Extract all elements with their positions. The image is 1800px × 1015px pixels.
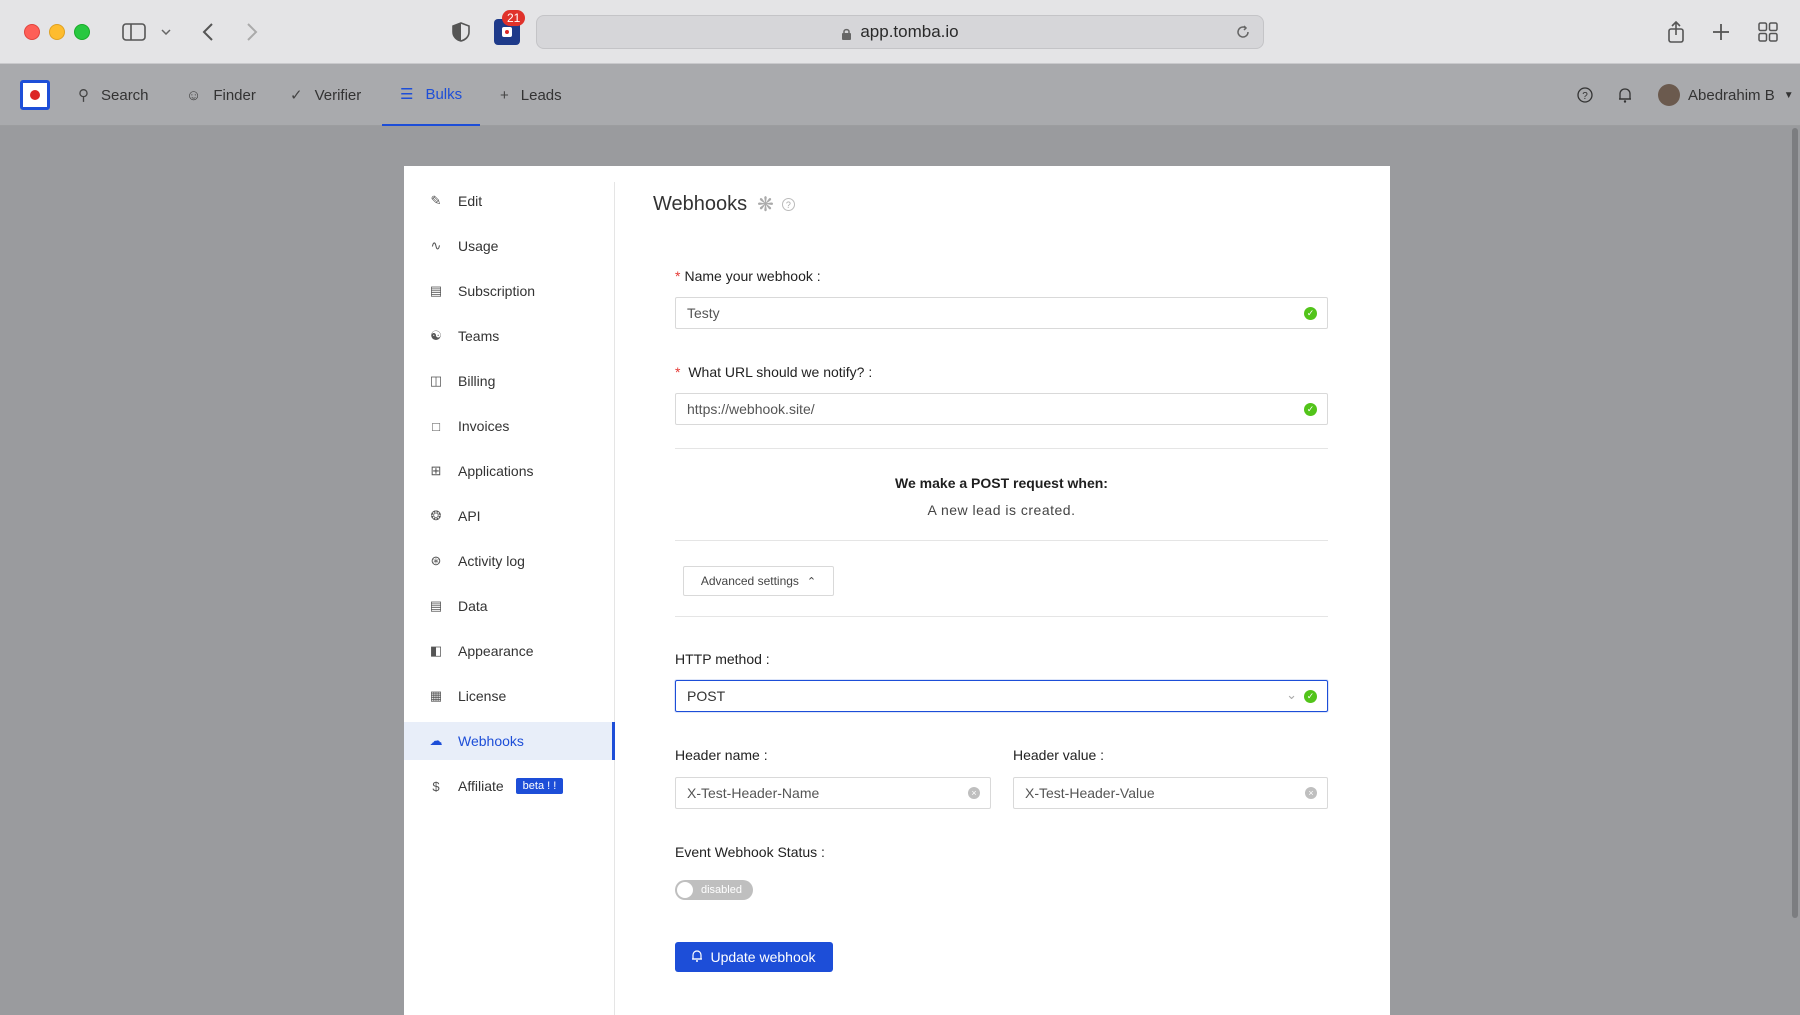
divider	[675, 616, 1328, 617]
update-webhook-label: Update webhook	[710, 949, 816, 965]
toggle-knob	[677, 882, 693, 898]
required-mark: *	[675, 364, 681, 380]
webhook-name-input[interactable]: Testy ✓	[675, 297, 1328, 329]
webhook-form: Webhooks ❋ ? * Name your webhook : Testy …	[0, 0, 1800, 1015]
status-field-label: Event Webhook Status :	[675, 844, 825, 860]
header-name-value: X-Test-Header-Name	[687, 785, 820, 801]
header-value-value: X-Test-Header-Value	[1025, 785, 1155, 801]
check-circle-icon: ✓	[1304, 307, 1317, 320]
bell-icon	[692, 949, 703, 965]
check-circle-icon: ✓	[1304, 403, 1317, 416]
clear-icon[interactable]: ×	[968, 787, 980, 799]
header-name-label: Header name :	[675, 747, 768, 763]
advanced-settings-label: Advanced settings	[700, 574, 799, 588]
http-method-select[interactable]: POST ⌄ ✓	[675, 680, 1328, 712]
header-name-label-text: Header name	[675, 747, 760, 763]
page-title-text: Webhooks	[653, 193, 748, 215]
page-title: Webhooks ❋ ?	[653, 192, 795, 217]
method-label-text: HTTP method	[675, 651, 762, 667]
url-label-text: What URL should we notify?	[688, 364, 865, 380]
post-heading: We make a POST request when:	[895, 475, 1108, 491]
status-label-text: Event Webhook Status	[675, 844, 818, 860]
name-label-text: Name your webhook	[684, 268, 813, 284]
url-field-label: * What URL should we notify? :	[675, 364, 873, 380]
divider	[675, 448, 1328, 449]
update-webhook-button[interactable]: Update webhook	[675, 942, 833, 972]
post-event: A new lead is created.	[927, 502, 1076, 518]
divider	[675, 540, 1328, 541]
status-toggle-label: disabled	[701, 884, 742, 896]
help-circle-icon[interactable]: ?	[781, 198, 795, 211]
webhook-icon: ❋	[757, 194, 774, 216]
header-value-input[interactable]: X-Test-Header-Value ×	[1013, 777, 1328, 809]
method-field-label: HTTP method :	[675, 651, 770, 667]
name-field-label: * Name your webhook :	[675, 268, 821, 284]
header-value-label: Header value :	[1013, 747, 1105, 763]
advanced-settings-button[interactable]: Advanced settings ⌃	[683, 566, 834, 596]
required-mark: *	[675, 268, 681, 284]
header-value-label-text: Header value	[1013, 747, 1097, 763]
status-toggle[interactable]: disabled	[675, 880, 753, 900]
page-scrollbar[interactable]	[1792, 128, 1798, 918]
http-method-value: POST	[687, 688, 726, 704]
webhook-url-value: https://webhook.site/	[687, 401, 815, 417]
chevron-down-icon: ⌄	[1286, 687, 1297, 702]
clear-icon[interactable]: ×	[1305, 787, 1317, 799]
check-circle-icon: ✓	[1304, 690, 1317, 703]
header-name-input[interactable]: X-Test-Header-Name ×	[675, 777, 991, 809]
webhook-name-value: Testy	[687, 305, 720, 321]
webhook-url-input[interactable]: https://webhook.site/ ✓	[675, 393, 1328, 425]
chevron-up-icon: ⌃	[806, 575, 817, 588]
